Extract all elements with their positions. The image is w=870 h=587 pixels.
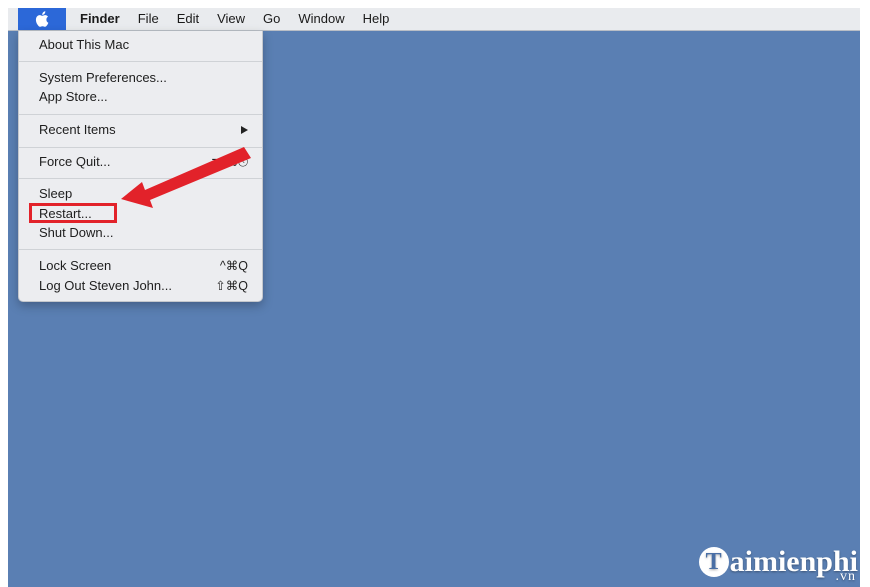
restart-highlight-box: [29, 203, 117, 223]
apple-dropdown-menu: About This Mac System Preferences... App…: [18, 31, 263, 302]
menu-separator: [19, 61, 262, 62]
force-quit-shortcut: ⌥⌘⎋: [211, 155, 248, 169]
menu-item-sleep-label: Sleep: [39, 186, 73, 201]
watermark: T aimienphi .vn: [698, 545, 858, 584]
menu-item-log-out-label: Log Out Steven John...: [39, 278, 172, 293]
menu-item-lock-screen[interactable]: Lock Screen ^⌘Q: [19, 256, 262, 276]
menu-item-lock-screen-label: Lock Screen: [39, 258, 112, 273]
lock-screen-shortcut: ^⌘Q: [219, 259, 248, 273]
menu-item-log-out[interactable]: Log Out Steven John... ⇧⌘Q: [19, 276, 262, 296]
menu-item-system-preferences[interactable]: System Preferences...: [19, 68, 262, 88]
watermark-logo-icon: T: [698, 547, 729, 577]
menu-separator: [19, 178, 262, 179]
menu-item-system-preferences-label: System Preferences...: [39, 70, 167, 85]
menu-item-sleep[interactable]: Sleep: [19, 184, 262, 204]
menubar-file[interactable]: File: [129, 8, 168, 30]
watermark-suffix: .vn: [835, 569, 856, 584]
menu-item-recent-items-label: Recent Items: [39, 122, 116, 137]
menu-item-shut-down-label: Shut Down...: [39, 225, 114, 240]
submenu-arrow-icon: [241, 126, 248, 134]
menubar-edit[interactable]: Edit: [168, 8, 208, 30]
menu-bar: Finder File Edit View Go Window Help: [8, 8, 860, 31]
menubar-go[interactable]: Go: [254, 8, 289, 30]
menu-item-recent-items[interactable]: Recent Items: [19, 120, 262, 140]
menu-item-force-quit[interactable]: Force Quit... ⌥⌘⎋: [19, 152, 262, 172]
menu-separator: [19, 114, 262, 115]
menu-separator: [19, 249, 262, 250]
log-out-shortcut: ⇧⌘Q: [215, 279, 248, 293]
menubar-window[interactable]: Window: [289, 8, 353, 30]
menu-item-force-quit-label: Force Quit...: [39, 154, 111, 169]
menu-item-app-store-label: App Store...: [39, 89, 108, 104]
menu-item-app-store[interactable]: App Store...: [19, 87, 262, 107]
menu-item-restart[interactable]: Restart...: [19, 203, 262, 224]
apple-logo-icon: [35, 11, 49, 27]
apple-menu-button[interactable]: [18, 8, 66, 30]
menubar-finder[interactable]: Finder: [66, 8, 129, 30]
menubar-view[interactable]: View: [208, 8, 254, 30]
menu-separator: [19, 147, 262, 148]
menu-item-shut-down[interactable]: Shut Down...: [19, 223, 262, 243]
menu-item-about[interactable]: About This Mac: [19, 35, 262, 55]
menubar-help[interactable]: Help: [354, 8, 399, 30]
menu-item-about-label: About This Mac: [39, 37, 130, 52]
desktop: Finder File Edit View Go Window Help Abo…: [8, 8, 860, 587]
